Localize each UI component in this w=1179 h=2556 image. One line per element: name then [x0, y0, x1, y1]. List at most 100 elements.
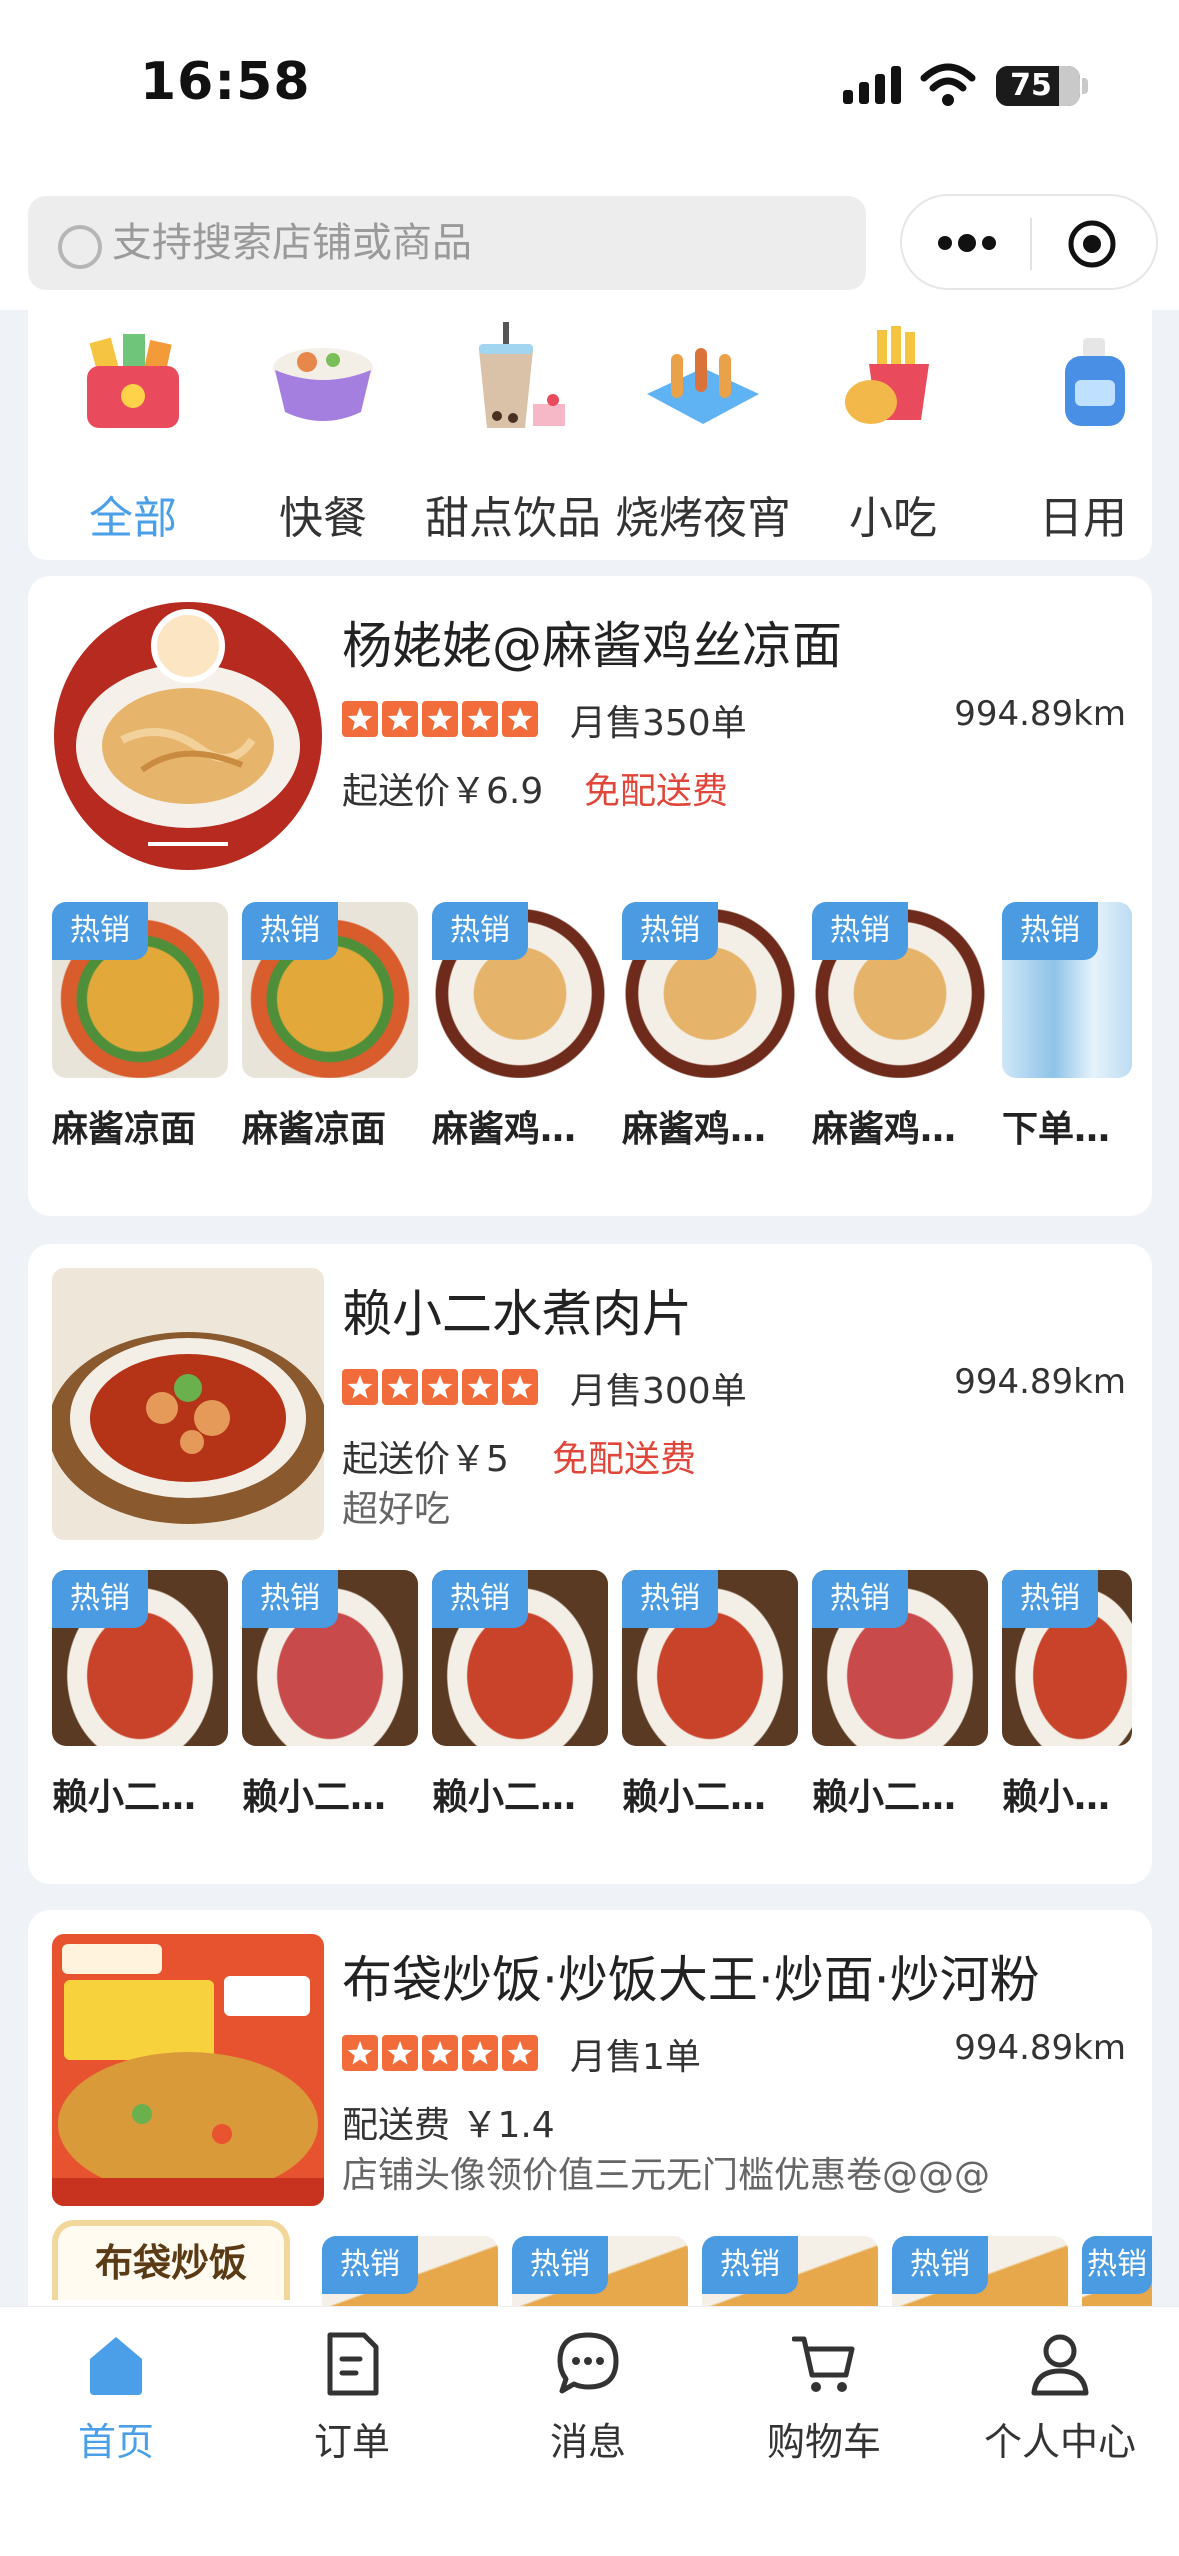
hot-sale-tag: 热销: [242, 902, 338, 960]
category-label: 全部: [89, 493, 177, 544]
store-name: 杨姥姥@麻酱鸡丝凉面: [342, 617, 842, 675]
tab-profile[interactable]: 个人中心: [960, 2329, 1160, 2469]
monthly-sales: 月售300单: [570, 1371, 747, 1412]
store-badge: 布袋炒饭: [52, 2220, 290, 2300]
skewer-icon: [647, 348, 759, 424]
message-icon: [557, 2332, 619, 2394]
home-icon: [90, 2337, 142, 2395]
product-name: 下单送水: [1002, 1109, 1132, 1150]
category-label: 小吃: [849, 493, 937, 544]
monthly-sales: 月售350单: [570, 703, 747, 744]
store-card[interactable]: 杨姥姥@麻酱鸡丝凉面 月售350单 994.89km 起送价￥6.9 免配送费 …: [28, 576, 1152, 1216]
search-icon: [58, 225, 102, 269]
monthly-sales: 月售1单: [570, 2037, 701, 2078]
status-time: 16:58: [140, 52, 311, 112]
tab-messages[interactable]: 消息: [488, 2329, 688, 2469]
cart-icon: [792, 2336, 855, 2392]
rice-bowl-icon: [273, 348, 373, 421]
fries-icon: [845, 326, 929, 424]
tab-label: 个人中心: [983, 2420, 1136, 2464]
store-card[interactable]: 布袋炒饭·炒饭大王·炒面·炒河粉 月售1单 994.89km 配送费 ￥1.4 …: [28, 1910, 1152, 2306]
product-name: 麻酱鸡丝凉面: [812, 1109, 988, 1150]
store-distance: 994.89km: [954, 2028, 1126, 2068]
star-icon: [342, 2035, 378, 2071]
hot-sale-tag: 热销: [812, 902, 908, 960]
category-snacks[interactable]: 小吃: [798, 320, 988, 550]
star-icon: [502, 701, 538, 737]
wifi-icon: [920, 63, 976, 106]
star-icon: [462, 1369, 498, 1405]
tab-bar: 首页 订单 消息 购物车 个人中心: [0, 2306, 1179, 2556]
store-slogan: 超好吃: [342, 1489, 451, 1530]
hot-sale-tag: 热销: [512, 2236, 608, 2294]
hot-sale-tag: 热销: [322, 2236, 418, 2294]
battery-icon: 75: [996, 66, 1080, 106]
product-name: 麻酱鸡丝凉面: [622, 1109, 798, 1150]
category-all[interactable]: 全部: [38, 320, 228, 550]
star-rating: [342, 701, 538, 737]
bottle-icon: [1065, 338, 1125, 426]
star-icon: [502, 1369, 538, 1405]
hot-sale-tag: 热销: [242, 1570, 338, 1628]
product-name: 赖小二水煮肉片: [242, 1777, 418, 1818]
tab-home[interactable]: 首页: [16, 2329, 216, 2469]
store-name: 布袋炒饭·炒饭大王·炒面·炒河粉: [342, 1951, 1040, 2009]
more-icon[interactable]: [936, 230, 998, 256]
star-icon: [502, 2035, 538, 2071]
star-icon: [342, 1369, 378, 1405]
close-mini-program-icon[interactable]: [1066, 218, 1118, 270]
star-icon: [382, 1369, 418, 1405]
product-name: 赖小二水煮肉片: [52, 1777, 228, 1818]
category-label: 甜点饮品: [425, 493, 601, 544]
store-logo: [52, 1934, 324, 2206]
category-label: 烧烤夜宵: [615, 493, 791, 544]
category-daily[interactable]: 日用: [988, 320, 1152, 550]
battery-cap: [1082, 78, 1088, 94]
product-name: 赖小二水煮肉片: [1002, 1777, 1132, 1818]
product-name: 麻酱凉面: [242, 1109, 387, 1150]
hot-sale-tag: 热销: [432, 902, 528, 960]
hot-sale-tag: 热销: [702, 2236, 798, 2294]
hot-sale-tag: 热销: [622, 1570, 718, 1628]
star-icon: [422, 701, 458, 737]
tab-label: 首页: [77, 2420, 154, 2464]
store-card[interactable]: 赖小二水煮肉片 月售300单 994.89km 起送价￥5 免配送费 超好吃 热…: [28, 1244, 1152, 1884]
search-placeholder: 支持搜索店铺或商品: [112, 220, 472, 266]
store-distance: 994.89km: [954, 1362, 1126, 1402]
tab-cart[interactable]: 购物车: [724, 2329, 924, 2469]
store-name: 赖小二水煮肉片: [342, 1285, 692, 1343]
store-logo: [52, 600, 324, 872]
star-icon: [382, 2035, 418, 2071]
product-name: 赖小二水煮肉片: [622, 1777, 798, 1818]
search-input[interactable]: 支持搜索店铺或商品: [28, 196, 866, 290]
mini-program-capsule: [900, 194, 1158, 290]
product-list: 热销 热销 热销 热销 热销: [322, 2236, 1152, 2306]
store-promotion: 店铺头像领价值三元无门槛优惠卷@@@: [342, 2155, 991, 2196]
star-icon: [422, 2035, 458, 2071]
hot-sale-tag: 热销: [52, 902, 148, 960]
tab-label: 购物车: [766, 2420, 881, 2464]
product-list: 热销 赖小二水煮肉片 热销 赖小二水煮肉片 热销 赖小二水煮肉片 热销 赖小二水…: [52, 1570, 1152, 1820]
category-bbq[interactable]: 烧烤夜宵: [608, 320, 798, 550]
product-name: 赖小二水煮肉片: [812, 1777, 988, 1818]
tab-label: 消息: [549, 2420, 626, 2464]
star-icon: [342, 701, 378, 737]
star-rating: [342, 1369, 538, 1405]
hot-sale-tag: 热销: [1002, 902, 1098, 960]
store-logo: [52, 1268, 324, 1540]
category-label: 快餐: [279, 493, 367, 544]
cellular-signal-icon: [843, 66, 901, 104]
category-dessert-drinks[interactable]: 甜点饮品: [418, 320, 608, 550]
star-icon: [462, 701, 498, 737]
star-rating: [342, 2035, 538, 2071]
min-order-price: 起送价￥6.9: [342, 771, 544, 812]
category-fastfood[interactable]: 快餐: [228, 320, 418, 550]
store-distance: 994.89km: [954, 694, 1126, 734]
tab-orders[interactable]: 订单: [252, 2329, 452, 2469]
star-icon: [382, 701, 418, 737]
min-order-price: 起送价￥5: [342, 1439, 509, 1480]
hot-sale-tag: 热销: [52, 1570, 148, 1628]
hot-sale-tag: 热销: [812, 1570, 908, 1628]
hot-sale-tag: 热销: [432, 1570, 528, 1628]
header: 支持搜索店铺或商品: [0, 180, 1179, 310]
